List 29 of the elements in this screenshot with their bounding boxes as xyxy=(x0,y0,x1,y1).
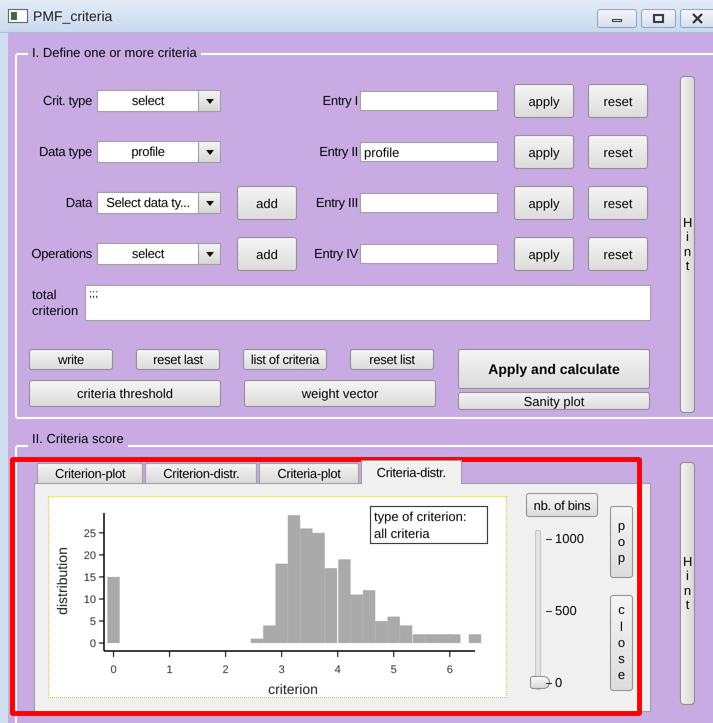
x-axis-title: criterion xyxy=(268,681,318,697)
axis-tick-label: 3 xyxy=(278,664,285,676)
legend-box: type of criterion: all criteria xyxy=(370,506,488,544)
axis-tick-label: 6 xyxy=(446,664,453,676)
slider-tick-label: 500 xyxy=(555,603,577,619)
axis-tick-label: 5 xyxy=(390,664,397,676)
y-axis-title: distribution xyxy=(54,547,70,615)
axis-tick-label: 5 xyxy=(90,616,96,628)
field-label: Operations xyxy=(30,245,93,264)
entry-label: Entry II xyxy=(318,143,359,162)
field-label: total criterion xyxy=(32,287,80,319)
field-label: Data xyxy=(64,194,94,212)
axis-tick-label: 20 xyxy=(84,550,96,562)
entry-label: Entry I xyxy=(322,92,359,110)
axis-tick-label: 4 xyxy=(334,664,341,676)
axis-tick-label: 2 xyxy=(222,664,229,676)
axis-tick-label: 0 xyxy=(90,638,96,650)
slider-tick-label: 0 xyxy=(555,675,562,691)
window-title: PMF_criteria xyxy=(33,6,112,26)
axis-tick-label: 10 xyxy=(84,594,96,606)
field-label: Data type xyxy=(38,143,93,162)
entry-label: Entry IV xyxy=(313,245,360,264)
axis-tick-label: 1 xyxy=(166,664,173,676)
axis-tick-label: 25 xyxy=(84,528,96,540)
field-label: Crit. type xyxy=(42,92,93,110)
axis-tick-label: 15 xyxy=(84,572,96,584)
axis-tick-label: 0 xyxy=(110,664,117,676)
entry-label: Entry III xyxy=(314,194,359,212)
slider-tick-label: 1000 xyxy=(555,531,584,547)
